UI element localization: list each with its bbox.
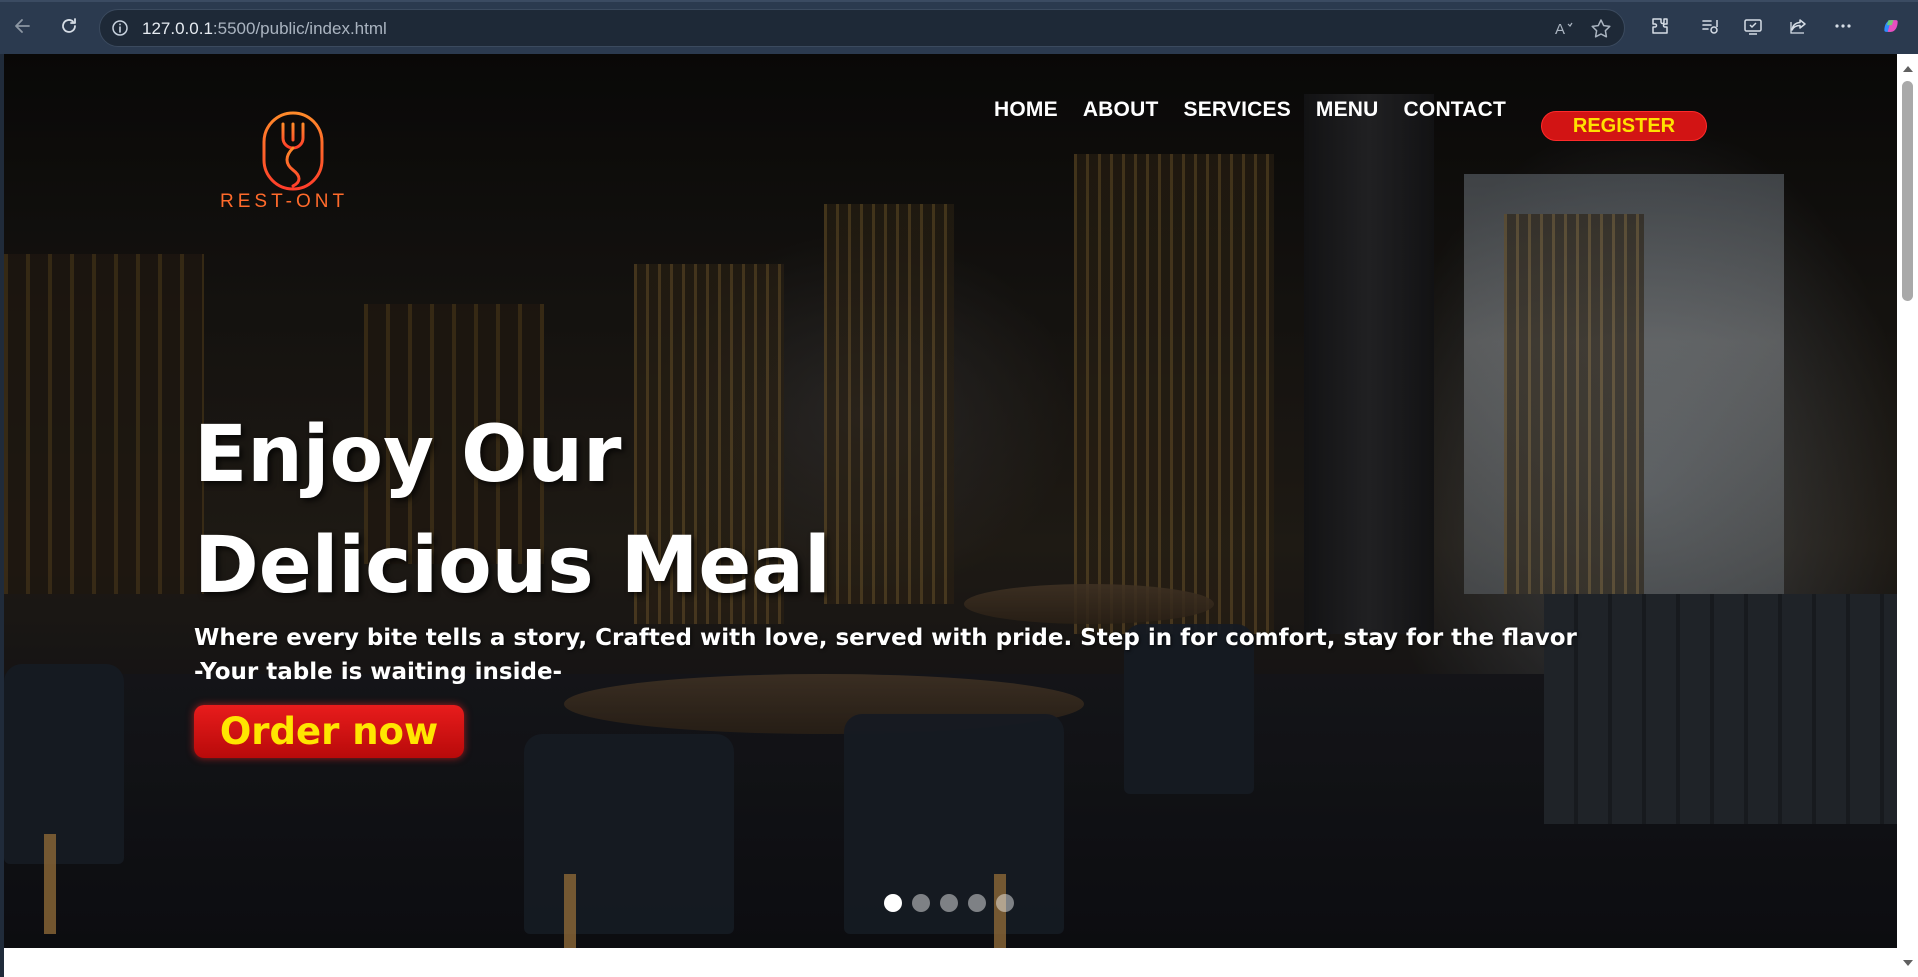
- hero-heading-line2: Delicious Meal: [194, 521, 831, 611]
- svg-text:A: A: [1555, 21, 1565, 38]
- screenshot-icon: [1743, 16, 1763, 41]
- carousel-dot-2[interactable]: [912, 894, 930, 912]
- hero-heading-line1: Enjoy Our: [194, 410, 622, 500]
- scrollbar-thumb[interactable]: [1902, 81, 1913, 301]
- nav-services[interactable]: SERVICES: [1183, 90, 1290, 122]
- nav-home[interactable]: HOME: [994, 90, 1058, 122]
- refresh-icon: [59, 16, 79, 41]
- collections-button[interactable]: [1695, 13, 1725, 43]
- copilot-button[interactable]: [1876, 13, 1906, 43]
- read-aloud-icon[interactable]: A: [1552, 17, 1576, 41]
- logo-text: REST-ONT: [220, 191, 349, 212]
- back-arrow-icon: [13, 16, 33, 41]
- tab-strip-edge: [0, 0, 1918, 2]
- extensions-button[interactable]: [1645, 13, 1675, 43]
- main-nav: HOME ABOUT SERVICES MENU CONTACT: [994, 90, 1531, 122]
- hero-tagline-secondary: -Your table is waiting inside-: [194, 659, 563, 685]
- refresh-button[interactable]: [54, 13, 84, 43]
- carousel-indicators: [884, 894, 1014, 912]
- copilot-icon: [1881, 16, 1901, 41]
- carousel-dot-1[interactable]: [884, 894, 902, 912]
- screenshot-button[interactable]: [1738, 13, 1768, 43]
- order-now-button[interactable]: Order now: [194, 705, 464, 758]
- favorite-star-icon[interactable]: [1589, 17, 1613, 41]
- url-text[interactable]: 127.0.0.1:5500/public/index.html: [142, 19, 387, 39]
- carousel-dot-4[interactable]: [968, 894, 986, 912]
- register-button[interactable]: REGISTER: [1541, 111, 1707, 141]
- carousel-dot-3[interactable]: [940, 894, 958, 912]
- more-button[interactable]: [1828, 13, 1858, 43]
- page-viewport: REST-ONT HOME ABOUT SERVICES MENU CONTAC…: [4, 54, 1897, 977]
- scroll-down-arrow-icon[interactable]: [1903, 960, 1913, 966]
- nav-menu[interactable]: MENU: [1316, 90, 1379, 122]
- share-button[interactable]: [1783, 13, 1813, 43]
- more-icon: [1833, 16, 1853, 41]
- hero-tagline: Where every bite tells a story, Crafted …: [194, 625, 1577, 651]
- address-bar[interactable]: 127.0.0.1:5500/public/index.html A: [99, 9, 1625, 47]
- back-button[interactable]: [8, 13, 38, 43]
- hero-section: REST-ONT HOME ABOUT SERVICES MENU CONTAC…: [4, 54, 1897, 948]
- nav-contact[interactable]: CONTACT: [1404, 90, 1507, 122]
- scroll-up-arrow-icon[interactable]: [1903, 66, 1913, 72]
- page-scrollbar[interactable]: [1897, 54, 1918, 977]
- browser-toolbar: 127.0.0.1:5500/public/index.html A: [0, 0, 1918, 54]
- collections-icon: [1700, 16, 1720, 41]
- info-icon[interactable]: [110, 18, 130, 38]
- share-icon: [1788, 16, 1808, 41]
- nav-about[interactable]: ABOUT: [1083, 90, 1159, 122]
- carousel-dot-5[interactable]: [996, 894, 1014, 912]
- extensions-icon: [1650, 16, 1670, 41]
